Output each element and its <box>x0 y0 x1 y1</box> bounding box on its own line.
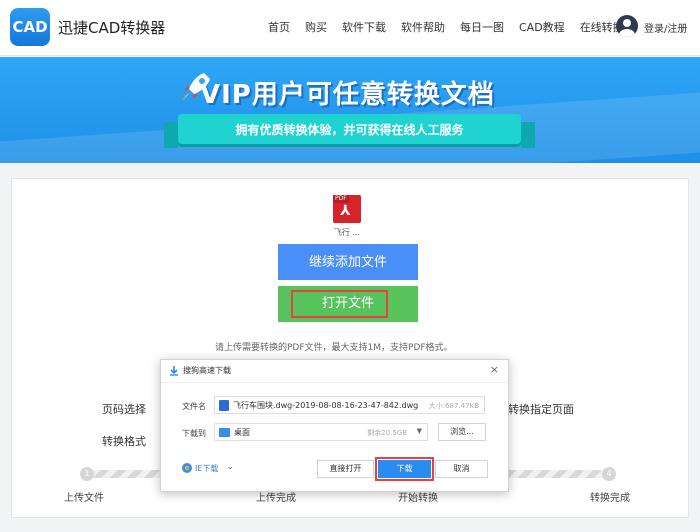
nav-tutorial[interactable]: CAD教程 <box>519 19 565 35</box>
brand-name[interactable]: 迅捷CAD转换器 <box>58 17 165 38</box>
upload-hint: 请上传需要转换的PDF文件，最大支持1M，支持PDF格式。 <box>215 343 453 353</box>
desktop-folder-icon <box>219 428 230 437</box>
nav-download[interactable]: 软件下载 <box>342 19 386 35</box>
save-path-value: 桌面 <box>234 428 250 437</box>
dialog-divider <box>161 382 508 383</box>
step-4-label: 转换完成 <box>590 493 630 504</box>
nav-buy[interactable]: 购买 <box>305 19 327 35</box>
download-button[interactable]: 下载 <box>375 457 434 481</box>
filename-field[interactable]: 飞行车围块.dwg-2019-08-08-16-23-47-842.dwg 大小… <box>214 396 485 414</box>
acrobat-icon: ⅄ <box>340 203 351 219</box>
cancel-button[interactable]: 取消 <box>435 460 488 478</box>
highlight-box <box>291 290 388 318</box>
banner-ribbon: 拥有优质转换体验，并可获得在线人工服务 <box>164 114 535 148</box>
save-to-label: 下载到 <box>182 429 206 438</box>
close-icon[interactable]: × <box>490 363 499 376</box>
page-select-label: 页码选择 <box>102 403 146 416</box>
uploaded-file-name: 飞行 ... <box>333 228 361 237</box>
banner-subtitle: 拥有优质转换体验，并可获得在线人工服务 <box>235 123 464 137</box>
user-avatar-icon[interactable] <box>616 15 638 37</box>
direct-open-button[interactable]: 直接打开 <box>317 460 374 478</box>
save-path-select[interactable]: 桌面 剩余20.5GB ▼ <box>214 423 428 441</box>
format-label: 转换格式 <box>102 435 146 448</box>
browse-button[interactable]: 浏览... <box>438 423 486 441</box>
step-1-label: 上传文件 <box>64 493 104 504</box>
free-space-value: 剩余20.5GB <box>367 429 407 437</box>
highlight-box <box>375 457 434 481</box>
caret-down-icon: ▼ <box>416 427 422 435</box>
ie-icon[interactable]: e <box>182 463 192 473</box>
site-header: CAD 迅捷CAD转换器 首页 购买 软件下载 软件帮助 每日一图 CAD教程 … <box>0 0 700 56</box>
banner-title: VIP用户可任意转换文档 <box>200 80 495 110</box>
dialog-title: 搜狗高速下载 <box>183 366 231 375</box>
ie-download-link[interactable]: IE下载 <box>195 463 218 474</box>
download-dialog: 搜狗高速下载 × 文件名 飞行车围块.dwg-2019-08-08-16-23-… <box>160 359 509 492</box>
download-arrow-icon <box>170 366 178 376</box>
nav-help[interactable]: 软件帮助 <box>401 19 445 35</box>
vip-banner[interactable]: VIP用户可任意转换文档 拥有优质转换体验，并可获得在线人工服务 <box>0 57 700 163</box>
login-link[interactable]: 登录/注册 <box>644 20 687 35</box>
step-4-dot: 4 <box>602 467 616 481</box>
open-file-button[interactable]: 打开文件 <box>278 286 418 322</box>
pdf-badge: PDF <box>333 195 349 203</box>
nav-home[interactable]: 首页 <box>268 19 290 35</box>
filename-label: 文件名 <box>182 402 206 411</box>
convert-page-option[interactable]: 转换指定页面 <box>508 401 574 417</box>
add-file-button[interactable]: 继续添加文件 <box>278 244 418 280</box>
filesize-value: 大小:687.47KB <box>428 402 479 410</box>
main-nav: 首页 购买 软件下载 软件帮助 每日一图 CAD教程 在线转换 <box>268 19 639 35</box>
chevron-down-icon[interactable]: ⌄ <box>227 462 234 471</box>
filename-value: 飞行车围块.dwg-2019-08-08-16-23-47-842.dwg <box>233 401 419 410</box>
pdf-file-icon[interactable]: PDF ⅄ <box>333 195 361 223</box>
logo-icon[interactable]: CAD <box>10 8 50 46</box>
nav-daily[interactable]: 每日一图 <box>460 19 504 35</box>
dwg-file-icon <box>219 400 229 411</box>
step-1-dot: 1 <box>80 467 94 481</box>
